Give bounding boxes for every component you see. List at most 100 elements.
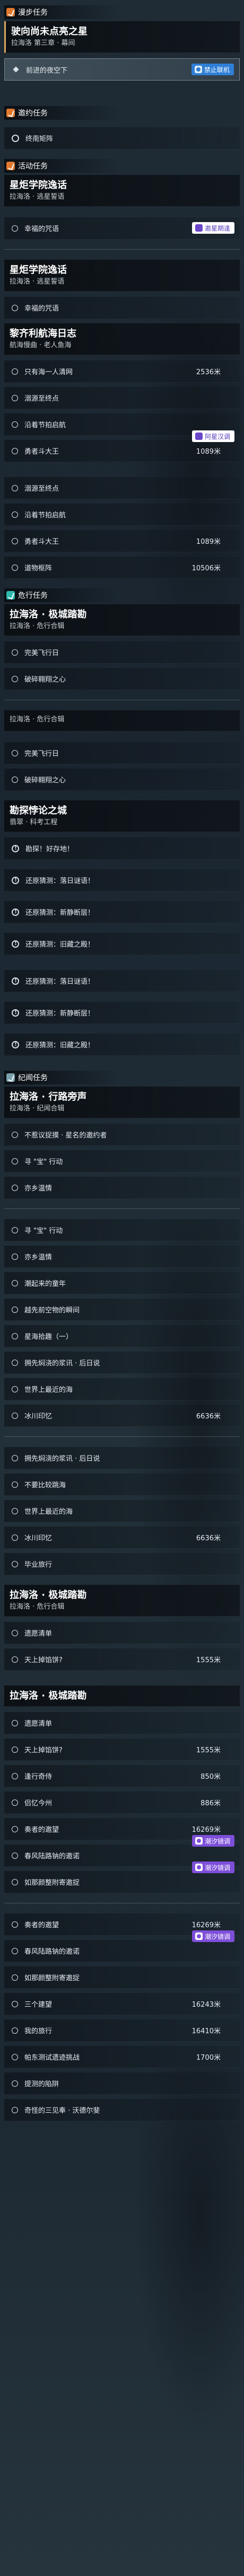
circle-icon <box>12 1629 18 1636</box>
quest-step[interactable]: 完美飞行日 <box>4 742 240 764</box>
diamond-icon <box>12 66 20 73</box>
quest-step[interactable]: 星海拾趣（一） <box>4 1325 240 1347</box>
quest-card[interactable]: 拉海洛 · 极城踏勘 拉海洛 · 危行合辑 <box>4 1585 240 1617</box>
quest-step[interactable]: 世界上最近的海 <box>4 1378 240 1400</box>
quest-card[interactable]: 拉海洛 · 危行合辑 <box>4 710 240 731</box>
quest-step[interactable]: 我的旅行 16410米 <box>4 2019 240 2042</box>
quest-step[interactable]: 幸福的咒语 邀星期逢 <box>4 217 240 240</box>
quest-step[interactable]: 拥先焖浇的浆讯 · 后日说 <box>4 1352 240 1374</box>
quest-step[interactable]: 还原猜测：新静断层！ <box>4 1002 240 1024</box>
quest-step[interactable]: 还原猜测：旧藏之殿！ <box>4 933 240 955</box>
quest-card[interactable]: 星炬学院逸话 拉海洛 · 逃星誓语 <box>4 175 240 207</box>
circle-icon <box>12 1656 18 1663</box>
quest-title: 拉海洛 · 极城踏勘 <box>10 1590 87 1601</box>
section-title: 漫步任务 <box>18 8 48 17</box>
quest-card[interactable]: 驶向尚未点亮之星 拉海洛 第三章 · 幕间 <box>4 21 240 53</box>
quest-step[interactable]: 如那颜整附寄邀捉 潮汐镜调 <box>4 1862 240 1893</box>
quest-step[interactable]: 还原猜测：旧藏之殿！ <box>4 1034 240 1056</box>
quest-step[interactable]: 溺源至终点 <box>4 477 240 499</box>
circle-icon <box>12 749 18 756</box>
quest-card[interactable]: 黎齐利航海日志 航海慢曲 · 老人鱼海 <box>4 323 240 355</box>
circle-icon <box>12 1280 18 1286</box>
quest-step[interactable]: 拥先焖浇的浆讯 · 后日说 <box>4 1447 240 1469</box>
section-header-event[interactable]: 活动任务 <box>4 159 121 173</box>
quest-step[interactable]: 前进的夜空下 禁止联机 <box>4 58 240 81</box>
quest-step[interactable]: 冰川印忆 6636米 <box>4 1405 240 1427</box>
quest-step[interactable]: 终南矩阵 <box>4 127 240 149</box>
quest-step[interactable]: 毕业旅行 <box>4 1553 240 1575</box>
quest-step[interactable]: 幸福的咒语 <box>4 297 240 319</box>
quest-card[interactable]: 勘探悖论之城 翡翠 · 科考工程 <box>4 800 240 832</box>
circle-icon <box>12 484 18 491</box>
step-label: 世界上最近的海 <box>24 1508 73 1516</box>
quest-step[interactable]: 勇者斗大王 1089米 <box>4 530 240 552</box>
circle-icon <box>12 421 18 428</box>
step-label: 幸福的咒语 <box>24 305 59 313</box>
quest-step[interactable]: 溺源至终点 <box>4 387 240 409</box>
quest-title: 拉海洛 · 极城踏勘 <box>10 609 87 620</box>
step-label: 奏者的邀望 <box>24 1826 59 1834</box>
quest-step[interactable]: 遗愿清单 <box>4 1712 240 1734</box>
quest-step[interactable]: 还原猜测：新静断层！ <box>4 901 240 923</box>
quest-step[interactable]: 越先前空物的瞬间 <box>4 1299 240 1321</box>
invite-icon <box>195 224 203 232</box>
quest-step[interactable]: 破碎翱翔之心 <box>4 668 240 690</box>
quest-step[interactable]: 逢行奇侍 850米 <box>4 1765 240 1787</box>
section-header-invite[interactable]: 邀约任务 <box>4 106 121 120</box>
coop-icon <box>194 66 202 73</box>
quest-step[interactable]: 勇者斗大王 1089米 阿星汉调 <box>4 430 240 462</box>
quest-step[interactable]: 只有海一人清网 2536米 <box>4 360 240 383</box>
quest-step[interactable]: 还原猜测：落日谜语！ <box>4 970 240 992</box>
quest-step[interactable]: 沿着节拍启航 <box>4 504 240 526</box>
quest-step[interactable]: 勘探！好存地！ <box>4 837 240 860</box>
quest-step[interactable]: 帕东测试遗迹挑战 1700米 <box>4 2046 240 2068</box>
quest-subtitle: 拉海洛 · 逃星誓语 <box>10 193 65 201</box>
step-label: 拥先焖浇的浆讯 · 后日说 <box>24 1360 100 1368</box>
quest-step[interactable]: 侣忆今州 886米 <box>4 1792 240 1814</box>
quest-card[interactable]: 星炬学院逸话 拉海洛 · 逃星誓语 <box>4 260 240 292</box>
exclamation-icon <box>12 1009 19 1017</box>
quest-step[interactable]: 破碎翱翔之心 <box>4 769 240 791</box>
quest-step[interactable]: 寻 "宝" 行动 <box>4 1219 240 1241</box>
quest-step[interactable]: 不要比较跳海 <box>4 1474 240 1496</box>
quest-step[interactable]: 还原猜测：落日谜语！ <box>4 869 240 892</box>
quest-step[interactable]: 奇怪的三见奉 · 沃德尔斐 <box>4 2099 240 2121</box>
quest-step[interactable]: 不惹议捉摸 · 星名的邀约者 <box>4 1124 240 1146</box>
quest-step[interactable]: 亦乡温情 <box>4 1177 240 1199</box>
quest-card[interactable]: 拉海洛 · 行路旁声 拉海洛 · 纪闻合辑 <box>4 1087 240 1118</box>
quest-step[interactable]: 天上掉馅饼? 1555米 <box>4 1648 240 1671</box>
step-label: 如那颜整附寄邀捉 <box>24 1974 80 1982</box>
step-label: 还原猜测：新静断层！ <box>25 1010 95 1018</box>
quest-title: 驶向尚未点亮之星 <box>11 26 88 37</box>
section-header-danger[interactable]: 危行任务 <box>4 588 121 602</box>
quest-step[interactable]: 春风陆路钠的邀诺 潮汐镜调 <box>4 1930 240 1962</box>
quest-step[interactable]: 提测的陷阱 <box>4 2072 240 2095</box>
quest-step[interactable]: 天上掉馅饼? 1555米 <box>4 1739 240 1761</box>
quest-step[interactable]: 遗愿清单 <box>4 1622 240 1644</box>
step-label: 破碎翱翔之心 <box>24 676 66 684</box>
circle-icon <box>12 511 18 518</box>
step-label: 沿着节拍启航 <box>24 421 66 429</box>
section-header-chronicle[interactable]: 纪闻任务 <box>4 1071 121 1084</box>
quest-step[interactable]: 潮起来的童年 <box>4 1272 240 1294</box>
circle-icon <box>12 1825 18 1832</box>
quest-card[interactable]: 拉海洛 · 极城踏勘 <box>4 1686 240 1707</box>
step-label: 亦乡温情 <box>24 1254 53 1261</box>
quest-step[interactable]: 三个建望 16243米 <box>4 1993 240 2015</box>
quest-step[interactable]: 世界上最近的海 <box>4 1500 240 1522</box>
quest-step[interactable]: 寻 "宝" 行动 <box>4 1150 240 1172</box>
step-label: 奇怪的三见奉 · 沃德尔斐 <box>24 2107 100 2115</box>
section-header-wander[interactable]: 漫步任务 <box>4 5 121 19</box>
distance-label: 6636米 <box>196 1413 221 1421</box>
circle-icon <box>12 1507 18 1514</box>
divider <box>4 1436 240 1437</box>
circle-icon <box>12 1184 18 1191</box>
quest-step[interactable]: 完美飞行日 <box>4 641 240 664</box>
distance-label: 886米 <box>201 1799 221 1807</box>
quest-step[interactable]: 亦乡温情 <box>4 1246 240 1268</box>
quest-card[interactable]: 拉海洛 · 极城踏勘 拉海洛 · 危行合辑 <box>4 604 240 636</box>
step-label: 三个建望 <box>24 2001 53 2009</box>
quest-step[interactable]: 道物枢阵 10506米 <box>4 557 240 579</box>
quest-step[interactable]: 冰川印忆 6636米 <box>4 1527 240 1549</box>
quest-step[interactable]: 如那颜整附寄邀捉 <box>4 1966 240 1989</box>
